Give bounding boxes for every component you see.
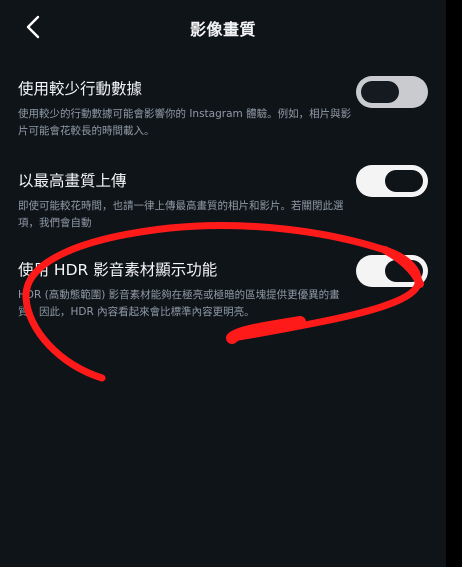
screen-edge (446, 0, 462, 567)
toggle-knob (385, 260, 423, 282)
setting-row-less-data: 使用較少行動數據 使用較少的行動數據可能會影響你的 Instagram 體驗。例… (18, 76, 428, 140)
setting-row-hdr: 使用 HDR 影音素材顯示功能 HDR (高動態範圍) 影音素材能夠在極亮或極暗… (18, 255, 428, 321)
settings-screen: 影像畫質 使用較少行動數據 使用較少的行動數據可能會影響你的 Instagram… (0, 0, 446, 567)
toggle-knob (385, 170, 423, 192)
hdr-toggle[interactable] (356, 255, 428, 287)
toggle-knob (361, 81, 399, 103)
setting-description: 即使可能較花時間，也請一律上傳最高畫質的相片和影片。若關閉此選項，我們會自動 (18, 200, 344, 229)
highest-quality-toggle[interactable] (356, 165, 428, 197)
less-data-toggle[interactable] (356, 76, 428, 108)
page-title: 影像畫質 (189, 20, 256, 39)
setting-description: 使用較少的行動數據可能會影響你的 Instagram 體驗。例如，相片與影片可能… (18, 108, 352, 137)
setting-description: HDR (高動態範圍) 影音素材能夠在極亮或極暗的區塊提供更優異的畫質。因此，H… (18, 289, 340, 318)
setting-row-highest-quality: 以最高畫質上傳 即使可能較花時間，也請一律上傳最高畫質的相片和影片。若關閉此選項… (18, 165, 428, 232)
